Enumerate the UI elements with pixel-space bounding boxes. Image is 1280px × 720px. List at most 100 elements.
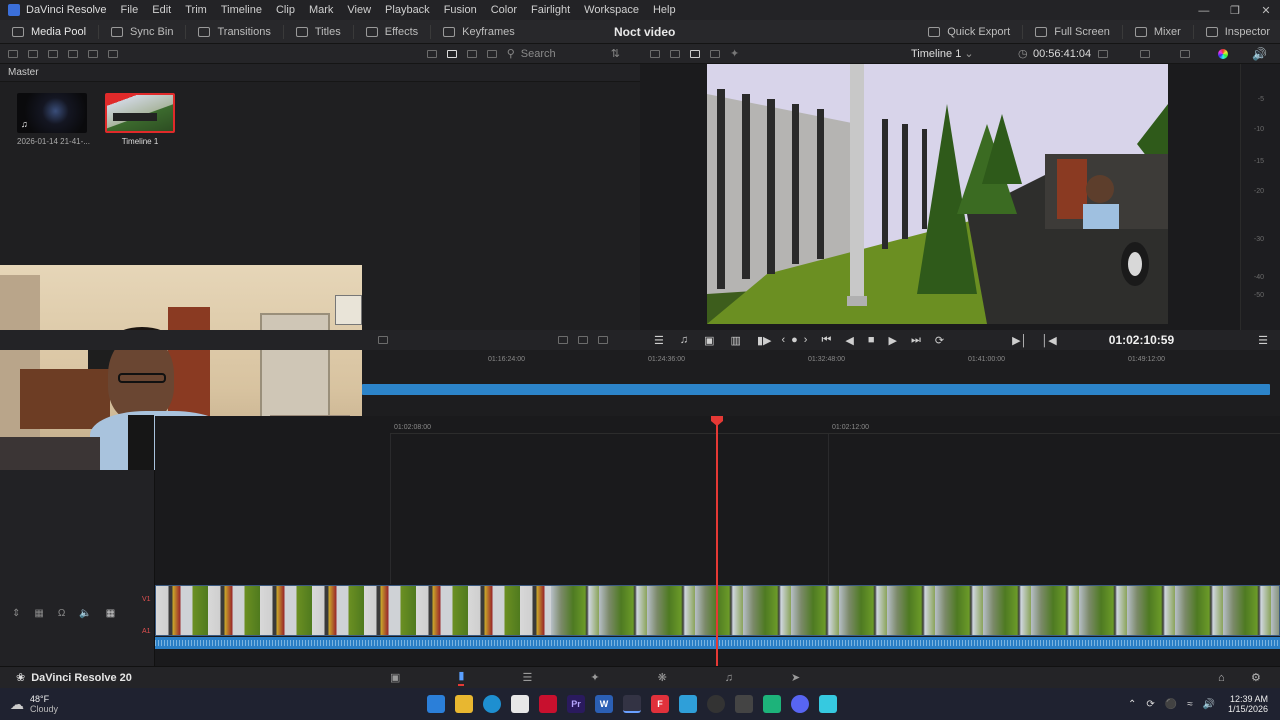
fairlight-page-icon[interactable]: ♫ <box>725 672 733 684</box>
go-to-start-icon[interactable]: ⏮ <box>821 334 831 347</box>
video-toggle-icon[interactable]: ▦ <box>106 608 115 619</box>
menu-file[interactable]: File <box>121 4 139 16</box>
dual-viewer-icon[interactable] <box>690 49 700 58</box>
file-explorer-icon[interactable] <box>455 695 473 713</box>
color-page-icon[interactable]: ❋ <box>658 671 667 684</box>
tool-icon[interactable] <box>578 336 588 344</box>
viewer-mode-icon[interactable] <box>670 49 680 58</box>
sort-icon[interactable]: ⇅ <box>611 47 620 60</box>
titles-button[interactable]: Titles <box>295 26 341 38</box>
volume-tray-icon[interactable]: 🔊 <box>1203 699 1215 710</box>
menu-fusion[interactable]: Fusion <box>444 4 477 16</box>
mixer-button[interactable]: Mixer <box>1134 26 1181 38</box>
marker-dot-icon[interactable]: ● <box>791 334 798 346</box>
search-icon[interactable]: ⚲ <box>507 47 515 60</box>
media-page-icon[interactable]: ▣ <box>390 671 400 684</box>
zoom-icon[interactable] <box>1098 49 1108 58</box>
timeline-settings-icon[interactable]: ☰ <box>654 334 664 347</box>
go-to-end-icon[interactable]: ⏭ <box>911 334 921 347</box>
new-bin-icon[interactable] <box>28 49 38 58</box>
microphone-icon[interactable]: ⚫ <box>1165 699 1177 710</box>
prev-edit-icon[interactable]: │◀ <box>1041 334 1056 347</box>
transform-icon[interactable] <box>1180 49 1190 58</box>
app-icon[interactable] <box>763 695 781 713</box>
next-marker-icon[interactable]: › <box>804 334 808 346</box>
speaker-icon[interactable]: 🔈 <box>79 608 91 619</box>
tool-icon[interactable] <box>558 336 568 344</box>
menu-clip[interactable]: Clip <box>276 4 295 16</box>
color-wheel-icon[interactable] <box>1218 48 1228 59</box>
settings-gear-icon[interactable]: ⚙ <box>1251 671 1261 684</box>
playhead[interactable] <box>716 418 718 666</box>
transcribe-icon[interactable] <box>108 49 118 58</box>
start-icon[interactable] <box>427 695 445 713</box>
sync-icon[interactable] <box>88 49 98 58</box>
clock[interactable]: 12:39 AM 1/15/2026 <box>1222 694 1268 714</box>
filmstrip-view-icon[interactable] <box>466 49 477 58</box>
audio-scrub-icon[interactable]: ♫ <box>680 334 688 346</box>
display-options-icon[interactable] <box>1140 49 1150 58</box>
cut-page-icon[interactable]: ▮ <box>458 669 465 686</box>
viewer-menu-icon[interactable]: ☰ <box>1258 334 1268 347</box>
notes-icon[interactable] <box>819 695 837 713</box>
resolve-icon[interactable] <box>623 695 641 713</box>
home-icon[interactable]: ⌂ <box>1218 672 1225 684</box>
tool-icon[interactable] <box>598 336 608 344</box>
list-view-icon[interactable] <box>486 49 497 58</box>
viewer-layout-icon[interactable] <box>650 49 660 58</box>
play-reverse-icon[interactable]: ◀ <box>845 334 853 347</box>
notepad-icon[interactable] <box>679 695 697 713</box>
mcafee-icon[interactable] <box>539 695 557 713</box>
insert-clip-icon[interactable]: ▮▶ <box>757 334 772 347</box>
obs-icon[interactable] <box>707 695 725 713</box>
upper-ruler[interactable]: 01:16:24:00 01:24:36:00 01:32:48:00 01:4… <box>362 352 1280 368</box>
menu-timeline[interactable]: Timeline <box>221 4 262 16</box>
search-input[interactable]: Search <box>521 48 611 60</box>
timeline-clip[interactable]: Timeline 1 <box>105 93 175 146</box>
quick-export-button[interactable]: Quick Export <box>928 26 1010 38</box>
link-icon[interactable] <box>68 49 78 58</box>
lower-ruler[interactable]: 01:02:08:00 01:02:12:00 <box>390 420 1280 434</box>
inspector-button[interactable]: Inspector <box>1205 26 1270 38</box>
prev-marker-icon[interactable]: ‹ <box>781 334 785 346</box>
move-icon[interactable]: ⇕ <box>12 608 20 619</box>
thumbnail-view-icon[interactable] <box>446 49 457 58</box>
timeline-options-icon[interactable] <box>378 336 388 344</box>
store-icon[interactable] <box>511 695 529 713</box>
loop-icon[interactable]: ⟳ <box>935 334 944 347</box>
word-icon[interactable]: W <box>595 695 613 713</box>
menu-fairlight[interactable]: Fairlight <box>531 4 570 16</box>
menu-trim[interactable]: Trim <box>185 4 207 16</box>
bin-name[interactable]: Master <box>8 67 39 78</box>
volume-icon[interactable]: 🔊 <box>1252 47 1267 61</box>
restore-icon[interactable]: ❐ <box>1221 4 1249 17</box>
keyframes-button[interactable]: Keyframes <box>443 26 515 38</box>
trim-icon[interactable]: ▣ <box>704 334 714 347</box>
calculator-icon[interactable] <box>735 695 753 713</box>
wifi-icon[interactable]: ≈ <box>1187 699 1193 710</box>
weather-widget[interactable]: ☁ 48°F Cloudy <box>10 694 58 714</box>
play-icon[interactable]: ▶ <box>888 334 896 347</box>
menu-workspace[interactable]: Workspace <box>584 4 639 16</box>
sync-bin-button[interactable]: Sync Bin <box>111 26 173 38</box>
pin-icon[interactable]: ✦ <box>730 47 739 60</box>
premiere-icon[interactable]: Pr <box>567 695 585 713</box>
menu-color[interactable]: Color <box>491 4 517 16</box>
grid-icon[interactable] <box>710 49 720 58</box>
edit-page-icon[interactable]: ☰ <box>522 671 532 684</box>
timeline-selector[interactable]: Timeline 1 ⌄ <box>911 47 974 60</box>
fusion-page-icon[interactable]: ✦ <box>590 671 599 684</box>
menu-view[interactable]: View <box>347 4 371 16</box>
media-pool-button[interactable]: Media Pool <box>12 26 86 38</box>
headphones-icon[interactable]: Ω <box>58 608 65 619</box>
minimize-icon[interactable]: — <box>1190 5 1218 17</box>
close-icon[interactable]: ✕ <box>1252 4 1280 17</box>
sidebar-toggle-icon[interactable] <box>8 49 18 58</box>
tf-icon[interactable]: F <box>651 695 669 713</box>
stop-icon[interactable]: ■ <box>868 334 875 346</box>
menu-edit[interactable]: Edit <box>152 4 171 16</box>
chevron-up-icon[interactable]: ⌃ <box>1128 699 1136 710</box>
upper-timeline-clip[interactable] <box>362 384 1270 395</box>
menu-help[interactable]: Help <box>653 4 676 16</box>
effects-button[interactable]: Effects <box>365 26 418 38</box>
